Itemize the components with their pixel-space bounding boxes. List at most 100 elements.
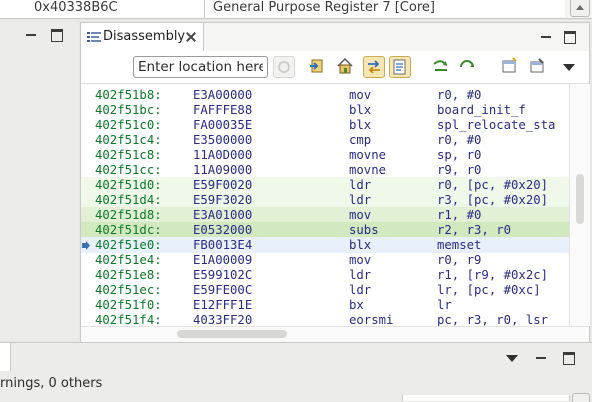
go-to-location-button[interactable] xyxy=(273,56,295,78)
instruction-address: 402f51d8: xyxy=(95,208,162,222)
disassembly-row[interactable]: 402f51bc: FAFFFE88 blx board_init_f xyxy=(81,102,569,118)
view-menu-chevron-down-icon[interactable] xyxy=(563,60,577,74)
location-input[interactable] xyxy=(133,56,268,78)
disassembly-toolbar xyxy=(81,51,589,84)
step-over-button[interactable] xyxy=(431,56,453,78)
refresh-icon xyxy=(460,60,474,68)
disassembly-row[interactable]: 402f51d0: E59F0020 ldr r0, [pc, #0x20] xyxy=(81,177,569,193)
disassembly-row[interactable]: 402f51e4: E1A00009 mov r0, r9 xyxy=(81,252,569,268)
instruction-address: 402f51dc: xyxy=(95,223,162,237)
maximize-icon[interactable] xyxy=(50,28,64,42)
instruction-mnemonic: mov xyxy=(349,208,372,222)
instruction-mnemonic: blx xyxy=(349,103,372,117)
new-window-icon xyxy=(502,57,517,73)
instruction-opcode: E599102C xyxy=(193,268,253,282)
view-menu-chevron-down-icon[interactable] xyxy=(506,351,520,365)
instruction-operands: r0, [pc, #0x20] xyxy=(437,178,549,192)
disassembly-row[interactable]: 402f51f4: 4033FF20 eorsmi pc, r3, r0, lsr xyxy=(81,312,569,326)
instruction-address: 402f51e4: xyxy=(95,253,162,267)
instruction-address: 402f51b8: xyxy=(95,88,162,102)
instruction-opcode: FA00035E xyxy=(193,118,253,132)
register-name: General Purpose Register 7 [Core] xyxy=(213,0,435,15)
disassembly-row[interactable]: 402f51c8: 11A0D000 movne sp, r0 xyxy=(81,147,569,163)
link-with-source-button[interactable] xyxy=(363,56,385,78)
goto-pc-icon xyxy=(310,59,323,73)
instruction-address: 402f51c0: xyxy=(95,118,162,132)
disassembly-row[interactable]: 402f51c4: E3500000 cmp r0, #0 xyxy=(81,132,569,148)
instruction-address: 402f51bc: xyxy=(95,103,162,117)
program-counter-arrow-icon xyxy=(82,241,90,250)
disassembly-row[interactable]: 402f51f0: E12FFF1E bx lr xyxy=(81,297,569,313)
pin-view-button[interactable] xyxy=(527,56,549,78)
scroll-up-button[interactable] xyxy=(570,0,590,17)
minimize-icon[interactable] xyxy=(534,351,548,365)
instruction-address: 402f51d4: xyxy=(95,193,162,207)
instruction-opcode: FAFFFE88 xyxy=(193,103,253,117)
instruction-address: 402f51c8: xyxy=(95,148,162,162)
minimize-icon[interactable] xyxy=(24,28,38,42)
maximize-icon[interactable] xyxy=(562,351,576,365)
show-source-button[interactable] xyxy=(389,56,411,78)
instruction-operands: spl_relocate_sta xyxy=(437,118,556,132)
instruction-mnemonic: movne xyxy=(349,163,387,177)
instruction-operands: r0, #0 xyxy=(437,133,482,147)
instruction-address: 402f51e0: xyxy=(95,238,162,252)
instruction-operands: r1, #0 xyxy=(437,208,482,222)
disassembly-row[interactable]: 402f51c0: FA00035E blx spl_relocate_sta xyxy=(81,117,569,133)
instruction-operands: pc, r3, r0, lsr xyxy=(437,313,549,326)
register-value-cell[interactable]: 0x40338B6C xyxy=(0,0,205,18)
instruction-mnemonic: ldr xyxy=(349,193,372,207)
instruction-operands: sp, r0 xyxy=(437,148,482,162)
current-instruction-row[interactable]: 402f51e0: FB0013E4 blx memset xyxy=(81,237,569,253)
register-value: 0x40338B6C xyxy=(34,0,118,15)
instruction-operands: r0, #0 xyxy=(437,88,482,102)
instruction-opcode: 11A09000 xyxy=(193,163,253,177)
instruction-address: 402f51f4: xyxy=(95,313,162,326)
instruction-mnemonic: bx xyxy=(349,298,364,312)
minimize-icon[interactable] xyxy=(539,30,553,44)
go-to-pc-button[interactable] xyxy=(307,56,329,78)
instruction-opcode: E3500000 xyxy=(193,133,253,147)
vertical-scroll-thumb[interactable] xyxy=(576,174,584,224)
problems-table-header xyxy=(402,395,570,401)
disassembly-row[interactable]: 402f51b8: E3A00000 mov r0, #0 xyxy=(81,87,569,103)
disassembly-row[interactable]: 402f51e8: E599102C ldr r1, [r9, #0x2c] xyxy=(81,267,569,283)
disassembly-listing[interactable]: 402f51b8: E3A00000 mov r0, #0 402f51bc: FAFFF… xyxy=(81,84,569,326)
problems-summary: rnings, 0 others xyxy=(0,376,103,391)
instruction-operands: r9, r0 xyxy=(437,163,482,177)
instruction-mnemonic: subs xyxy=(349,223,379,237)
disassembly-row[interactable]: 402f51cc: 11A09000 movne r9, r0 xyxy=(81,162,569,178)
instruction-mnemonic: ldr xyxy=(349,283,372,297)
problems-tab[interactable] xyxy=(0,343,11,371)
instruction-opcode: 11A0D000 xyxy=(193,148,253,162)
instruction-opcode: 4033FF20 xyxy=(193,313,253,326)
instruction-operands: board_init_f xyxy=(437,103,526,117)
vertical-scrollbar[interactable] xyxy=(569,84,590,326)
instruction-opcode: E0532000 xyxy=(193,223,253,237)
instruction-address: 402f51d0: xyxy=(95,178,162,192)
new-view-button[interactable] xyxy=(499,56,521,78)
instruction-opcode: E3A00000 xyxy=(193,88,253,102)
tab-disassembly[interactable]: Disassembly xyxy=(81,23,204,51)
home-button[interactable] xyxy=(335,56,357,78)
close-icon[interactable] xyxy=(185,31,197,43)
refresh-button[interactable] xyxy=(457,56,479,78)
instruction-address: 402f51cc: xyxy=(95,163,162,177)
disassembly-row[interactable]: 402f51d4: E59F3020 ldr r3, [pc, #0x20] xyxy=(81,192,569,208)
instruction-mnemonic: cmp xyxy=(349,133,372,147)
instruction-operands: r2, r3, r0 xyxy=(437,223,512,237)
instruction-mnemonic: blx xyxy=(349,238,372,252)
instruction-operands: lr, [pc, #0xc] xyxy=(437,283,541,297)
register-name-cell[interactable]: General Purpose Register 7 [Core] xyxy=(205,0,565,18)
register-row[interactable]: 0x40338B6C General Purpose Register 7 [C… xyxy=(0,0,592,19)
horizontal-scroll-thumb[interactable] xyxy=(177,330,287,338)
horizontal-scrollbar[interactable] xyxy=(81,326,589,342)
disassembly-row[interactable]: 402f51ec: E59FE00C ldr lr, [pc, #0xc] xyxy=(81,282,569,298)
maximize-icon[interactable] xyxy=(563,30,577,44)
disassembly-row[interactable]: 402f51d8: E3A01000 mov r1, #0 xyxy=(81,207,569,223)
disassembly-row[interactable]: 402f51dc: E0532000 subs r2, r3, r0 xyxy=(81,222,569,238)
instruction-operands: r3, [pc, #0x20] xyxy=(437,193,549,207)
scroll-down-button[interactable] xyxy=(572,393,590,402)
home-icon xyxy=(337,57,353,74)
left-panel-tabbar xyxy=(0,22,78,48)
